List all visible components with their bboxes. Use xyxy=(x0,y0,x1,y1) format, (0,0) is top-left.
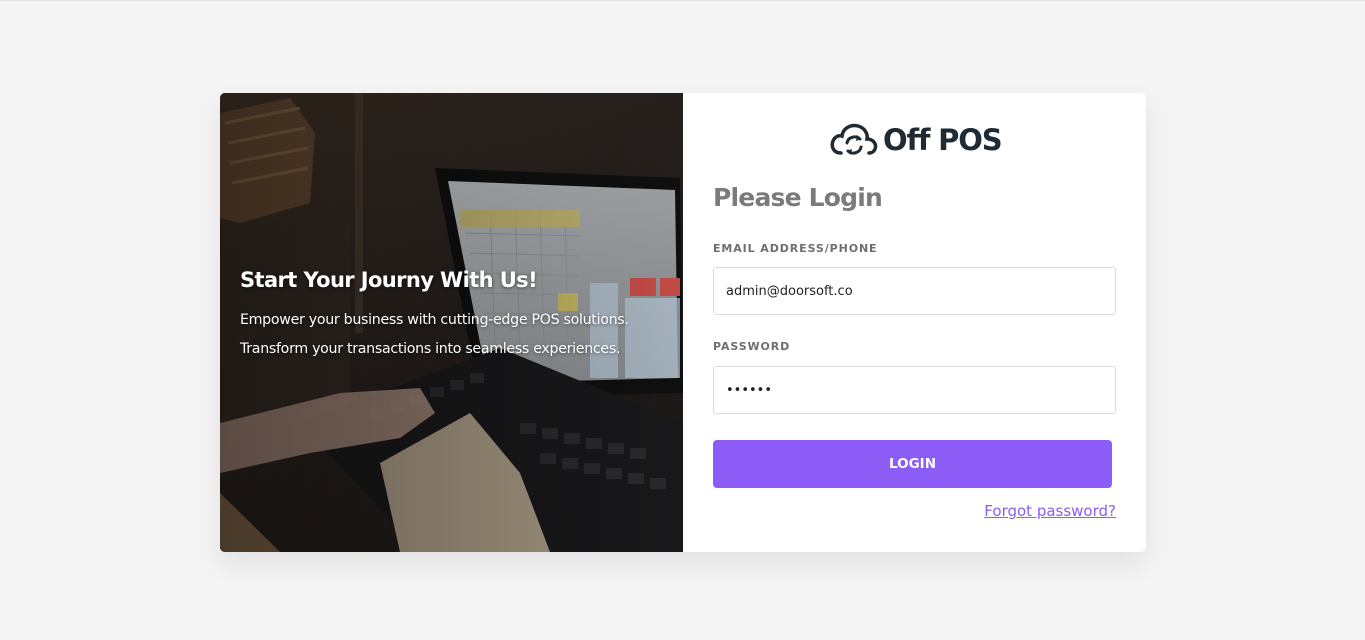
password-label: PASSWORD xyxy=(713,340,791,353)
login-button[interactable]: LOGIN xyxy=(713,440,1112,488)
hero-tagline-2: Transform your transactions into seamles… xyxy=(240,341,621,357)
hero-panel: Start Your Journy With Us! Empower your … xyxy=(220,93,683,552)
hero-tagline-1: Empower your business with cutting-edge … xyxy=(240,312,629,328)
login-panel: Off POS Please Login EMAIL ADDRESS/PHONE… xyxy=(683,93,1146,552)
forgot-password-link[interactable]: Forgot password? xyxy=(984,502,1116,520)
logo-text: Off POS xyxy=(883,123,1003,157)
email-label: EMAIL ADDRESS/PHONE xyxy=(713,242,878,255)
hero-text: Start Your Journy With Us! Empower your … xyxy=(240,266,629,364)
logo: Off POS xyxy=(829,121,1003,159)
page-title: Please Login xyxy=(713,183,883,212)
login-card: Start Your Journy With Us! Empower your … xyxy=(220,93,1146,552)
hero-title: Start Your Journy With Us! xyxy=(240,268,538,292)
cloud-sync-icon xyxy=(830,123,878,155)
email-field[interactable] xyxy=(713,267,1116,315)
top-divider xyxy=(0,0,1365,1)
password-field[interactable] xyxy=(713,366,1116,414)
